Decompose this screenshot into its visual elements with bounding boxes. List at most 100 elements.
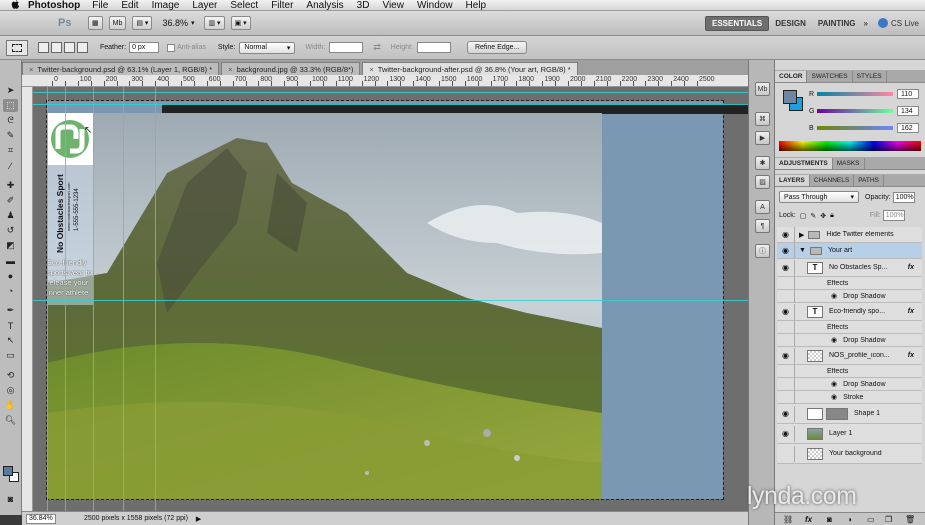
- lock-position-icon[interactable]: ✥: [820, 212, 826, 220]
- effect-eye-icon[interactable]: ◉: [831, 292, 837, 300]
- app-menu[interactable]: Photoshop: [28, 0, 80, 11]
- foreground-color-swatch[interactable]: [3, 466, 13, 476]
- lock-image-icon[interactable]: ✎: [810, 212, 816, 220]
- chevron-down-icon[interactable]: ▾: [191, 19, 195, 27]
- arrange-documents-button[interactable]: ▥ ▾: [204, 16, 225, 30]
- layer-effects-badge[interactable]: fx: [908, 352, 914, 359]
- pen-tool-icon[interactable]: ✒: [3, 304, 18, 317]
- guide-vertical[interactable]: [155, 87, 156, 511]
- width-input[interactable]: [329, 42, 364, 53]
- visibility-eye-icon[interactable]: ◉: [777, 242, 795, 259]
- lasso-tool-icon[interactable]: ᘓ: [3, 114, 18, 127]
- guide-vertical[interactable]: [47, 87, 48, 511]
- menu-3d[interactable]: 3D: [357, 0, 370, 11]
- 3d-orbit-tool-icon[interactable]: ◎: [3, 384, 18, 397]
- status-zoom-field[interactable]: 36.84%: [26, 513, 56, 524]
- shape-tool-icon[interactable]: ▭: [3, 349, 18, 362]
- cs-live-button[interactable]: CS Live: [877, 18, 919, 28]
- type-tool-icon[interactable]: T: [3, 319, 18, 332]
- intersect-selection-icon[interactable]: [77, 42, 88, 53]
- close-icon[interactable]: ×: [369, 65, 373, 74]
- 3d-rotate-tool-icon[interactable]: ⟲: [3, 369, 18, 382]
- red-value-input[interactable]: 110: [897, 89, 919, 99]
- visibility-eye-icon[interactable]: [777, 389, 795, 405]
- layer-row[interactable]: ◉ ▶ Hide Twitter elements: [777, 226, 922, 243]
- visibility-eye-icon[interactable]: [777, 288, 795, 304]
- guide-vertical[interactable]: [123, 87, 124, 511]
- add-mask-icon[interactable]: ◙: [827, 515, 832, 524]
- info-panel-icon[interactable]: ⓘ: [755, 244, 770, 258]
- tab-channels[interactable]: CHANNELS: [810, 175, 855, 186]
- layer-row[interactable]: ◉ Drop Shadow: [777, 288, 922, 304]
- swap-icon[interactable]: ⇄: [373, 42, 381, 53]
- healing-brush-tool-icon[interactable]: ✚: [3, 179, 18, 192]
- mini-bridge-panel-icon[interactable]: Mb: [755, 82, 770, 96]
- visibility-eye-icon[interactable]: ◉: [777, 259, 795, 276]
- visibility-eye-icon[interactable]: ◉: [777, 405, 795, 422]
- quick-mask-icon[interactable]: ◙: [3, 492, 18, 505]
- zoom-tool-icon[interactable]: 🔍︎: [3, 414, 18, 427]
- new-layer-icon[interactable]: ❐: [885, 515, 892, 524]
- layer-row[interactable]: ◉ Drop Shadow: [777, 332, 922, 348]
- workspace-essentials[interactable]: ESSENTIALS: [704, 15, 770, 31]
- style-select[interactable]: Normal ▾: [239, 41, 296, 54]
- menu-analysis[interactable]: Analysis: [306, 0, 343, 11]
- workspace-design[interactable]: DESIGN: [769, 16, 812, 31]
- guide-horizontal[interactable]: [33, 300, 748, 301]
- menu-image[interactable]: Image: [152, 0, 180, 11]
- menu-edit[interactable]: Edit: [121, 0, 138, 11]
- close-icon[interactable]: ×: [228, 65, 232, 74]
- tab-background-jpg[interactable]: × background.jpg @ 33.3% (RGB/8*): [221, 62, 361, 75]
- guide-horizontal[interactable]: [33, 92, 748, 93]
- menu-view[interactable]: View: [382, 0, 404, 11]
- effect-eye-icon[interactable]: ◉: [831, 380, 837, 388]
- move-tool-icon[interactable]: ➤: [3, 84, 18, 97]
- tab-paths[interactable]: PATHS: [854, 175, 884, 186]
- tool-preset-picker[interactable]: [6, 39, 28, 56]
- play-icon[interactable]: ▶: [196, 515, 201, 523]
- zoom-level-dropdown[interactable]: 36.8%: [162, 18, 188, 28]
- visibility-eye-icon[interactable]: ◉: [777, 425, 795, 442]
- history-brush-tool-icon[interactable]: ↺: [3, 224, 18, 237]
- layer-row[interactable]: ◉ T No Obstacles Sp... fx: [777, 259, 922, 277]
- tab-color[interactable]: COLOR: [775, 71, 808, 82]
- brush-panel-icon[interactable]: ✱: [755, 156, 770, 170]
- close-icon[interactable]: ×: [29, 65, 33, 74]
- menu-file[interactable]: File: [92, 0, 108, 11]
- tab-swatches[interactable]: SWATCHES: [807, 71, 853, 82]
- crop-tool-icon[interactable]: ⌗: [3, 144, 18, 157]
- gradient-tool-icon[interactable]: ▬: [3, 254, 18, 267]
- eraser-tool-icon[interactable]: ◩: [3, 239, 18, 252]
- paragraph-panel-icon[interactable]: ¶: [755, 219, 770, 233]
- menu-filter[interactable]: Filter: [271, 0, 293, 11]
- new-group-icon[interactable]: ▭: [867, 515, 875, 524]
- visibility-eye-icon[interactable]: ◉: [777, 226, 795, 243]
- add-style-icon[interactable]: fx: [805, 515, 812, 524]
- layer-row[interactable]: ◉ ▼ Your art: [777, 242, 922, 259]
- subtract-selection-icon[interactable]: [64, 42, 75, 53]
- lock-transparency-icon[interactable]: ▢: [800, 212, 807, 220]
- tab-masks[interactable]: MASKS: [833, 158, 865, 169]
- layer-row[interactable]: ◉ Shape 1: [777, 404, 922, 424]
- effect-eye-icon[interactable]: ◉: [831, 393, 837, 401]
- opacity-input[interactable]: 100%: [892, 191, 915, 203]
- layer-row[interactable]: ◉ Stroke: [777, 389, 922, 405]
- visibility-eye-icon[interactable]: ◉: [777, 303, 795, 320]
- visibility-eye-icon[interactable]: [777, 332, 795, 348]
- new-adjustment-icon[interactable]: ◑: [847, 515, 852, 524]
- feather-input[interactable]: 0 px: [129, 42, 160, 53]
- chevron-right-icon[interactable]: ▶: [799, 231, 804, 239]
- guide-vertical[interactable]: [93, 87, 94, 511]
- link-layers-icon[interactable]: ⛓: [783, 515, 793, 524]
- canvas-area[interactable]: No Obstacles Sport www.noobstaclessport.…: [33, 87, 748, 511]
- effect-eye-icon[interactable]: ◉: [831, 336, 837, 344]
- layer-row[interactable]: ◉ T Eco-friendly spo... fx: [777, 303, 922, 321]
- red-slider[interactable]: [817, 92, 893, 96]
- mini-bridge-button[interactable]: Mb: [108, 16, 127, 30]
- layer-row[interactable]: Your background: [777, 444, 922, 464]
- foreground-color-chip[interactable]: [783, 90, 797, 104]
- menu-window[interactable]: Window: [417, 0, 453, 11]
- tab-adjustments[interactable]: ADJUSTMENTS: [775, 158, 833, 169]
- apple-icon[interactable]: [8, 0, 22, 10]
- refine-edge-button[interactable]: Refine Edge...: [466, 41, 528, 54]
